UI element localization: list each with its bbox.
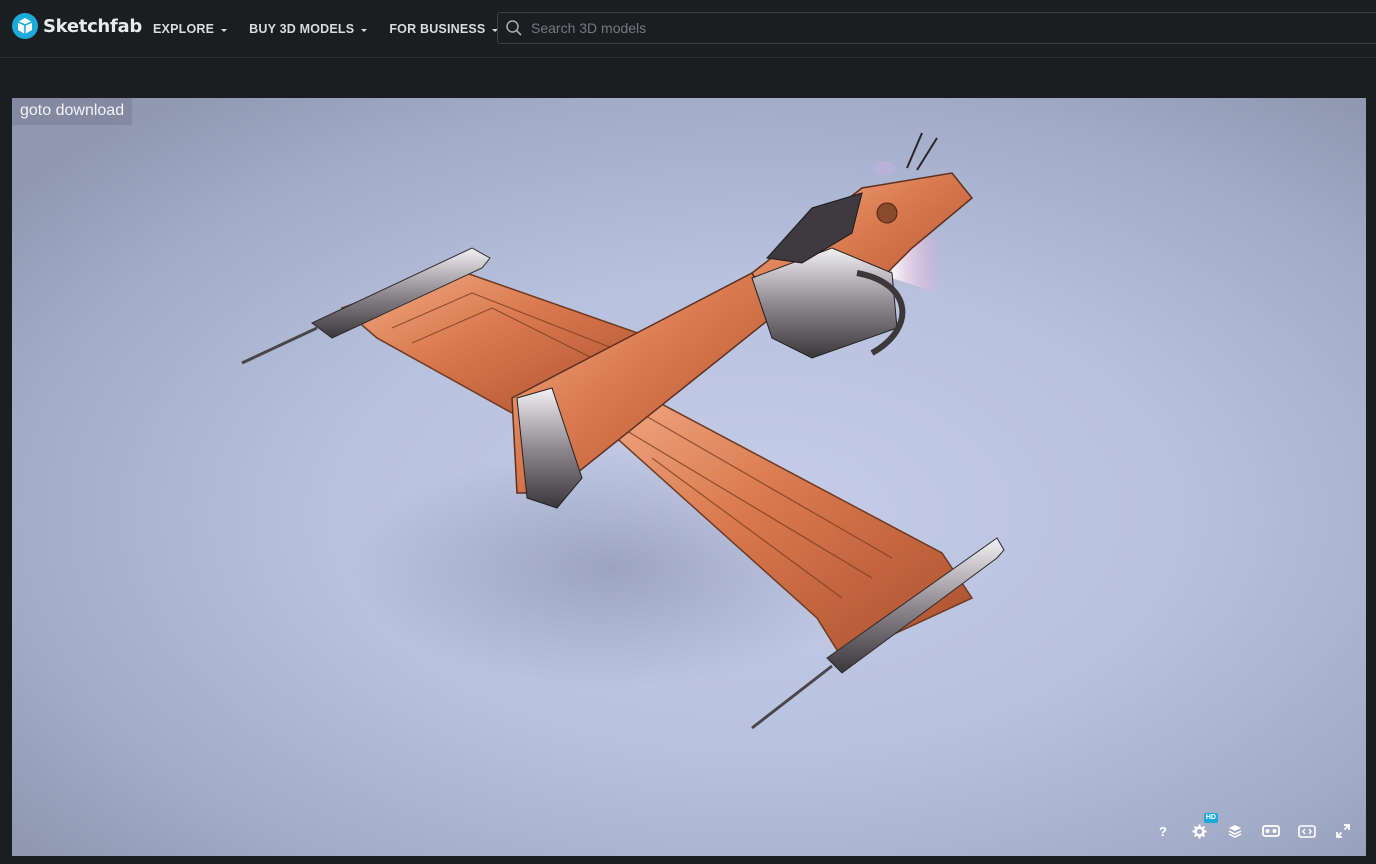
nav-business-label: FOR BUSINESS	[389, 22, 486, 36]
help-icon[interactable]: ?	[1152, 820, 1174, 842]
search-icon[interactable]	[505, 19, 523, 37]
settings-icon[interactable]: HD	[1188, 813, 1218, 842]
search-input[interactable]	[529, 19, 1333, 37]
goto-download-link[interactable]: goto download	[12, 98, 133, 125]
chevron-down-icon	[221, 28, 228, 32]
embed-code-glyph	[1298, 824, 1316, 838]
nav-buy-3d-models[interactable]: BUY 3D MODELS	[249, 0, 368, 58]
fullscreen-glyph	[1336, 824, 1350, 838]
sketchfab-logo[interactable]: Sketchfab	[12, 12, 142, 40]
nav-explore-label: EXPLORE	[153, 22, 215, 36]
search-box	[497, 12, 1376, 44]
spaceship-model-render	[241, 132, 1005, 730]
fullscreen-icon[interactable]	[1332, 820, 1354, 842]
3d-model-viewer[interactable]: goto download ? HD	[12, 98, 1366, 856]
top-navigation-bar: Sketchfab EXPLORE BUY 3D MODELS FOR BUSI…	[0, 0, 1376, 58]
layers-glyph	[1228, 825, 1242, 838]
nav-for-business[interactable]: FOR BUSINESS	[389, 0, 499, 58]
brand-name: Sketchfab	[43, 15, 142, 37]
nav-explore[interactable]: EXPLORE	[153, 0, 228, 58]
gear-icon	[1191, 823, 1207, 839]
hd-badge: HD	[1203, 813, 1218, 823]
layers-icon[interactable]	[1224, 820, 1246, 842]
vr-headset-glyph	[1262, 825, 1280, 837]
vr-icon[interactable]	[1260, 820, 1282, 842]
main-nav: EXPLORE BUY 3D MODELS FOR BUSINESS	[153, 0, 520, 58]
nav-buy-label: BUY 3D MODELS	[249, 22, 355, 36]
help-label: ?	[1159, 823, 1167, 839]
embed-icon[interactable]	[1296, 820, 1318, 842]
sketchfab-logo-icon	[12, 13, 38, 39]
viewer-controls: ? HD	[1138, 813, 1354, 842]
chevron-down-icon	[361, 28, 368, 32]
